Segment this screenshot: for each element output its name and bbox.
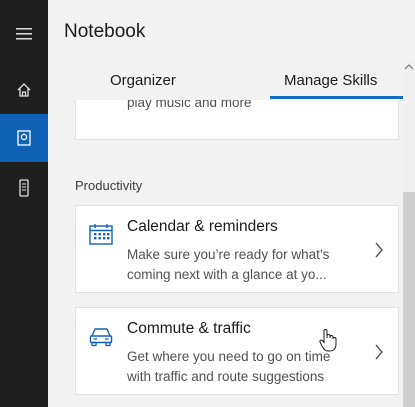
commute-skill-description: Get where you need to go on time with tr… [127, 349, 331, 384]
home-icon [17, 83, 31, 97]
left-rail [0, 0, 48, 407]
music-skill-description: Link your favorite music provider to pla… [127, 100, 252, 110]
section-productivity: Productivity [75, 178, 143, 193]
calendar-skill-description: Make sure you’re ready for what’s coming… [127, 247, 330, 282]
tab-selected-indicator [270, 96, 405, 99]
notebook-icon [17, 130, 31, 146]
chevron-right-icon [375, 242, 383, 258]
skills-list: Link your favorite music provider to pla… [48, 100, 403, 407]
calendar-icon [89, 224, 113, 245]
commute-skill-title: Commute & traffic [127, 320, 251, 337]
calendar-skill-title: Calendar & reminders [127, 218, 278, 235]
tab-organizer[interactable]: Organizer [110, 72, 176, 89]
tab-manage-skills[interactable]: Manage Skills [284, 72, 377, 89]
scrollbar-thumb[interactable] [403, 192, 415, 407]
device-button[interactable] [0, 164, 48, 212]
scroll-up-icon[interactable] [404, 62, 414, 72]
menu-button[interactable] [0, 10, 48, 58]
commute-skill-card[interactable]: Commute & traffic Get where you need to … [75, 307, 399, 395]
calendar-skill-card[interactable]: Calendar & reminders Make sure you’re re… [75, 205, 399, 293]
home-button[interactable] [0, 66, 48, 114]
page-title: Notebook [64, 21, 146, 42]
chevron-right-icon [375, 344, 383, 360]
notebook-button[interactable] [0, 114, 48, 162]
menu-icon [16, 28, 32, 40]
music-skill-card[interactable]: Link your favorite music provider to pla… [75, 100, 399, 140]
tab-bar: Organizer Manage Skills [48, 60, 405, 100]
hand-cursor-icon [319, 329, 337, 352]
car-icon [89, 328, 113, 347]
device-icon [19, 179, 29, 197]
